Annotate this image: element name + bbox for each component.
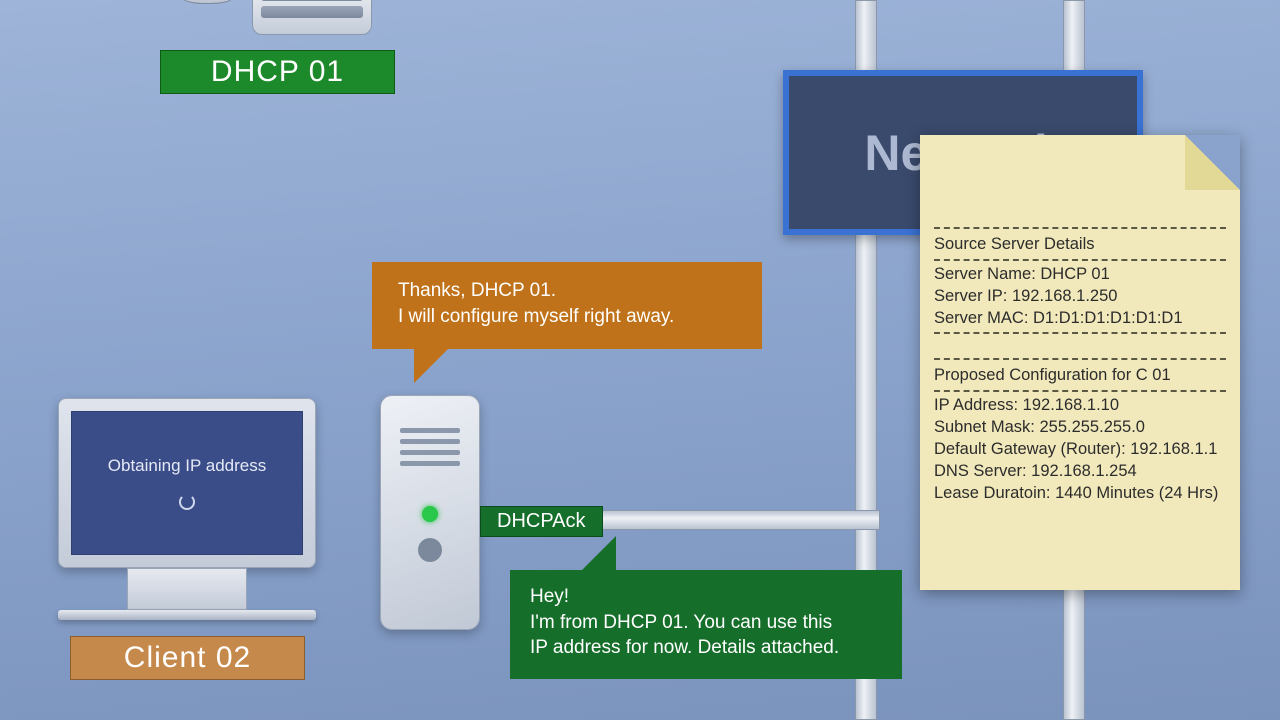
client-speech-bubble: Thanks, DHCP 01. I will configure myself… xyxy=(372,262,762,349)
note-row: DNS Server: 192.168.1.254 xyxy=(934,460,1226,482)
note-fold-icon xyxy=(1185,135,1240,190)
client-label: Client 02 xyxy=(70,636,305,680)
device-vents xyxy=(400,428,460,466)
monitor-base xyxy=(58,610,316,620)
dhcp-ack-tag: DHCPAck xyxy=(480,506,603,537)
client-computer: Obtaining IP address Client 02 xyxy=(58,398,316,680)
note-row: Default Gateway (Router): 192.168.1.1 xyxy=(934,438,1226,460)
bubble-line: Thanks, DHCP 01. xyxy=(398,278,736,304)
note-row: Server Name: DHCP 01 xyxy=(934,263,1226,285)
note-row: Server IP: 192.168.1.250 xyxy=(934,285,1226,307)
server-unit-icon xyxy=(252,0,372,35)
server-speech-bubble: Hey! I'm from DHCP 01. You can use this … xyxy=(510,570,902,679)
screen-status-text: Obtaining IP address xyxy=(108,456,266,476)
bubble-line: Hey! xyxy=(530,584,882,610)
details-note: Source Server Details Server Name: DHCP … xyxy=(920,135,1240,590)
monitor-screen: Obtaining IP address xyxy=(71,411,303,555)
loading-spinner-icon xyxy=(179,494,195,510)
note-row: Server MAC: D1:D1:D1:D1:D1:D1 xyxy=(934,307,1226,329)
led-grey-icon xyxy=(418,538,442,562)
note-row: Lease Duratoin: 1440 Minutes (24 Hrs) xyxy=(934,482,1226,504)
note-section-title: Proposed Configuration for C 01 xyxy=(934,362,1226,388)
note-section-title: Source Server Details xyxy=(934,231,1226,257)
bubble-line: IP address for now. Details attached. xyxy=(530,635,882,661)
note-row: IP Address: 192.168.1.10 xyxy=(934,394,1226,416)
router-device-icon xyxy=(380,395,480,630)
bubble-line: I will configure myself right away. xyxy=(398,304,736,330)
monitor-icon: Obtaining IP address xyxy=(58,398,316,568)
monitor-stand xyxy=(127,568,247,610)
device-leds xyxy=(418,506,442,562)
note-row: Subnet Mask: 255.255.255.0 xyxy=(934,416,1226,438)
dhcp-server-label: DHCP 01 xyxy=(160,50,395,94)
bubble-line: I'm from DHCP 01. You can use this xyxy=(530,610,882,636)
led-green-icon xyxy=(422,506,438,522)
